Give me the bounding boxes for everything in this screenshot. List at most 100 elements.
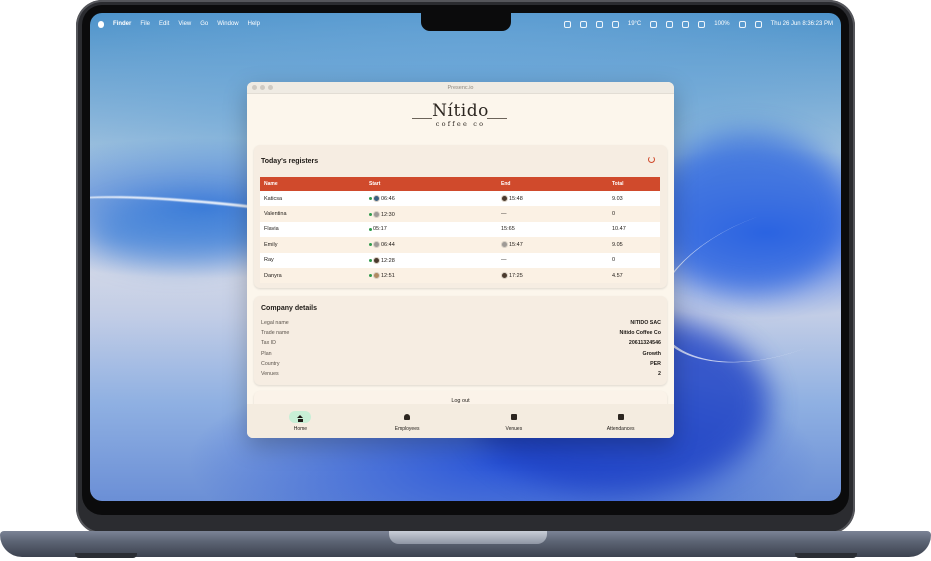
employee-name: Danyra — [264, 272, 282, 279]
tab-label: Venues — [505, 425, 523, 432]
end-time: 15:47 — [509, 242, 523, 249]
tab-employees[interactable]: Employees — [354, 404, 461, 438]
table-row[interactable]: Katicsa 06:46 15:48 9.03 — [260, 191, 660, 207]
sync-icon[interactable] — [611, 20, 619, 28]
menu-help[interactable]: Help — [248, 21, 260, 27]
detail-label: Country — [261, 361, 280, 367]
total-hours: 9.03 — [612, 195, 623, 202]
column-header-name: Name — [264, 181, 278, 187]
table-row[interactable]: Valentina 12:30 — 0 — [260, 206, 660, 222]
laptop: Finder File Edit View Go Window Help 19°… — [0, 0, 931, 561]
laptop-foot-left — [75, 553, 137, 558]
detail-value: 20611324546 — [628, 340, 661, 346]
menu-window[interactable]: Window — [217, 21, 238, 27]
detail-label: Plan — [261, 351, 272, 357]
tab-attendances-icon-wrap — [610, 411, 632, 423]
moon-icon[interactable] — [682, 20, 690, 28]
employee-name: Katicsa — [264, 195, 283, 202]
start-cell: 12:30 — [365, 206, 497, 221]
start-time: 06:44 — [381, 242, 395, 249]
end-time: 15:65 — [501, 226, 515, 233]
wifi-icon[interactable] — [698, 20, 706, 28]
play-icon[interactable] — [650, 20, 658, 28]
apple-menu-icon[interactable] — [98, 20, 104, 28]
employee-name: Flavia — [264, 226, 279, 233]
checkin-photo-avatar[interactable] — [373, 272, 380, 280]
start-time: 05:17 — [373, 226, 387, 233]
brand-subtitle: coffee co — [435, 119, 486, 128]
table-row[interactable]: Danyra 12:51 17:25 4.57 — [260, 267, 660, 284]
start-cell: 12:51 — [365, 268, 497, 283]
detail-row-legal-name: Legal name NITIDO SAC — [261, 320, 661, 326]
end-cell: 15:47 — [497, 237, 608, 252]
window-titlebar[interactable]: Presenc.io — [247, 82, 674, 94]
start-time: 12:51 — [381, 273, 395, 280]
bottom-tab-bar: Home Employees Venues Attendances — [247, 404, 674, 438]
refresh-icon[interactable] — [648, 156, 655, 163]
detail-row-plan: Plan Growth — [261, 351, 661, 357]
checkin-photo-avatar[interactable] — [373, 210, 380, 218]
total-hours: 9.05 — [612, 241, 623, 248]
search-icon[interactable] — [738, 20, 746, 28]
checkout-photo-avatar[interactable] — [501, 195, 508, 203]
menu-finder[interactable]: Finder — [113, 21, 131, 27]
checkin-photo-avatar[interactable] — [373, 241, 380, 249]
employee-name: Valentina — [264, 211, 287, 218]
upload-icon[interactable] — [579, 20, 587, 28]
window-title: Presenc.io — [447, 84, 474, 91]
end-cell: 15:48 — [497, 191, 608, 206]
total-hours: 10.47 — [612, 226, 626, 233]
tab-label: Attendances — [606, 425, 635, 432]
volume-icon[interactable] — [666, 20, 674, 28]
menubar-clock[interactable]: Thu 26 Jun 8:36:23 PM — [771, 21, 833, 27]
tab-label: Home — [293, 425, 308, 432]
total-hours: 0 — [612, 211, 616, 218]
table-row[interactable]: Ray 12:28 — 0 — [260, 252, 660, 268]
logo-rule-right — [487, 118, 507, 119]
menu-go[interactable]: Go — [200, 21, 208, 27]
tab-attendances[interactable]: Attendances — [567, 404, 674, 438]
registers-table: Name Start End Total Katicsa 06:46 15:48… — [260, 177, 660, 284]
start-time: 12:30 — [381, 211, 395, 218]
checkin-photo-avatar[interactable] — [373, 256, 380, 264]
present-status-icon — [369, 212, 372, 216]
column-header-end: End — [501, 181, 511, 187]
detail-row-trade-name: Trade name Nitido Coffee Co — [261, 330, 661, 336]
present-status-icon — [369, 197, 372, 201]
tab-venues-icon-wrap — [503, 411, 525, 423]
start-cell: 05:17 — [365, 222, 497, 237]
detail-label: Venues — [261, 371, 279, 377]
checkout-photo-avatar[interactable] — [501, 241, 508, 249]
menu-edit[interactable]: Edit — [159, 21, 169, 27]
employee-name: Ray — [264, 257, 274, 264]
table-header-row: Name Start End Total — [260, 177, 660, 191]
tab-label: Employees — [394, 425, 420, 432]
people-icon — [404, 413, 411, 420]
drive-icon[interactable] — [595, 20, 603, 28]
registers-card: Today's registers Name Start End Total K… — [254, 145, 667, 288]
menu-file[interactable]: File — [140, 21, 150, 27]
weather-status[interactable]: 19°C — [628, 21, 641, 27]
detail-label: Legal name — [261, 320, 289, 326]
control-center-icon[interactable] — [754, 20, 762, 28]
tab-home[interactable]: Home — [247, 404, 354, 438]
company-details-title: Company details — [261, 305, 318, 312]
present-status-icon — [369, 227, 372, 231]
tab-home-indicator — [289, 410, 312, 423]
battery-status[interactable]: 100% — [714, 21, 729, 27]
company-details-card: Company details Legal name NITIDO SAC Tr… — [254, 296, 667, 385]
status-app-icon[interactable] — [563, 20, 571, 28]
menu-view[interactable]: View — [178, 21, 191, 27]
home-icon — [297, 415, 304, 422]
table-row[interactable]: Flavia 05:17 15:65 10.47 — [260, 221, 660, 238]
table-row[interactable]: Emily 06:44 15:47 9.05 — [260, 237, 660, 253]
checkin-photo-avatar[interactable] — [373, 195, 380, 203]
detail-value: 2 — [658, 371, 661, 377]
tab-venues[interactable]: Venues — [461, 404, 568, 438]
calendar-icon — [617, 413, 624, 420]
checkout-photo-avatar[interactable] — [501, 272, 508, 280]
detail-label: Trade name — [261, 330, 290, 336]
detail-row-tax-id: Tax ID 20611324546 — [261, 340, 661, 346]
end-time: 17:25 — [509, 273, 523, 280]
brand-logo: Nítido coffee co — [247, 94, 674, 136]
